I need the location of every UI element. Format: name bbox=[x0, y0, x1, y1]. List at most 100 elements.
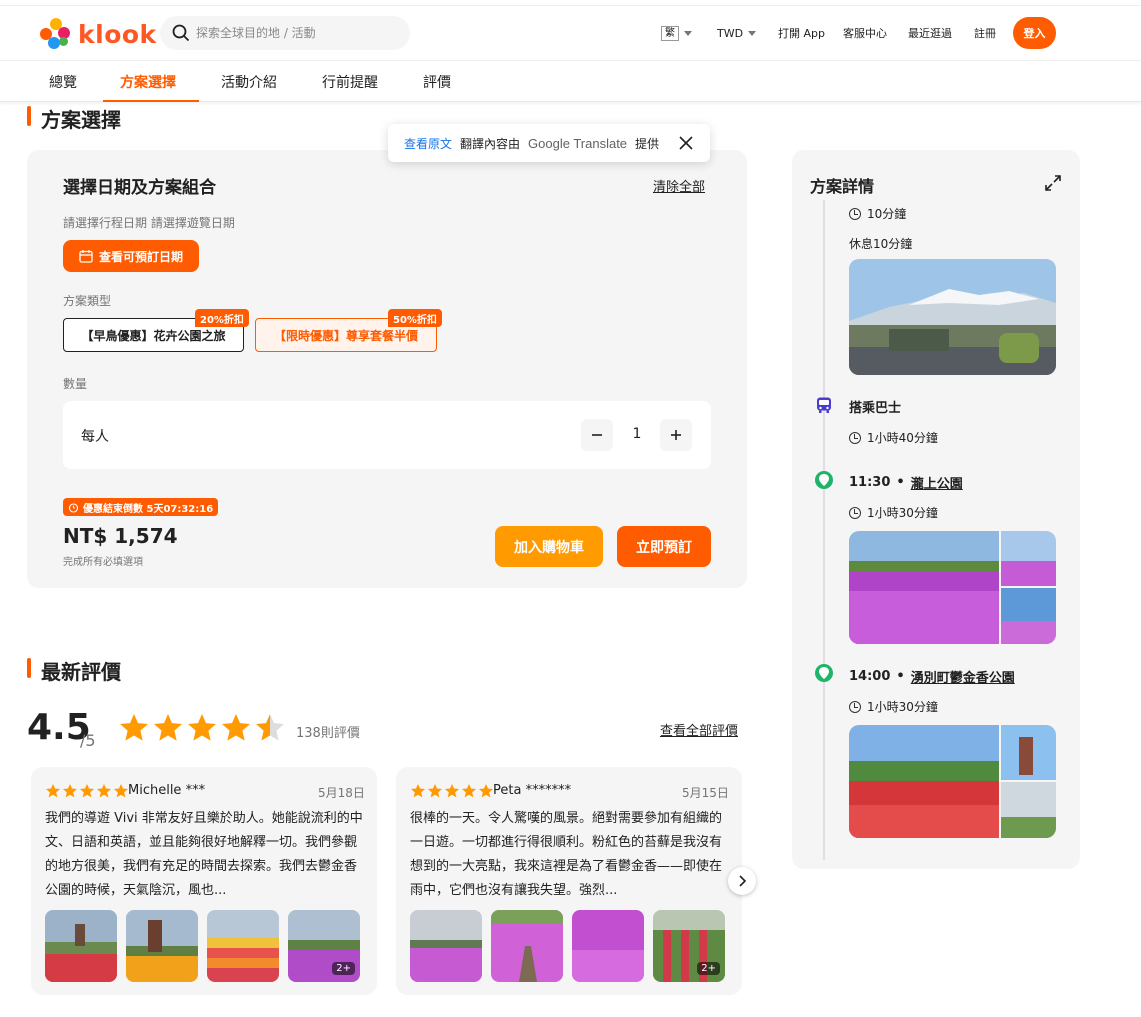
login-button[interactable]: 登入 bbox=[1013, 17, 1056, 49]
discount-badge: 20%折扣 bbox=[195, 309, 249, 327]
currency-label: TWD bbox=[717, 26, 744, 40]
timeline-duration: 1小時30分鐘 bbox=[849, 698, 938, 715]
section-accent-bar bbox=[27, 106, 31, 126]
review-photo[interactable]: 2+ bbox=[653, 910, 725, 982]
close-icon[interactable] bbox=[679, 136, 693, 150]
klook-logo-icon bbox=[40, 18, 72, 50]
tab-reminders[interactable]: 行前提醒 bbox=[322, 72, 378, 92]
view-dates-label: 查看可預訂日期 bbox=[98, 249, 183, 264]
increase-quantity-button[interactable] bbox=[660, 419, 692, 451]
package-type-label: 方案類型 bbox=[63, 294, 112, 308]
star-icon bbox=[479, 784, 493, 798]
alarm-clock-icon bbox=[68, 502, 79, 513]
language-label: 繁 bbox=[661, 25, 679, 41]
star-icon bbox=[411, 784, 425, 798]
expand-icon[interactable] bbox=[1045, 175, 1061, 191]
review-photo[interactable] bbox=[126, 910, 198, 982]
review-photo[interactable] bbox=[410, 910, 482, 982]
plus-icon bbox=[671, 430, 681, 440]
reviewer-name: Peta ******* bbox=[493, 783, 572, 798]
review-photo[interactable]: 2+ bbox=[288, 910, 360, 982]
clock-icon bbox=[849, 431, 861, 444]
chevron-down-icon bbox=[748, 30, 757, 36]
view-dates-button[interactable]: 查看可預訂日期 bbox=[63, 240, 199, 272]
language-selector[interactable]: 繁 bbox=[661, 17, 692, 49]
more-photos-badge: 2+ bbox=[332, 962, 355, 975]
chevron-right-icon bbox=[739, 875, 747, 887]
logo-text: klook bbox=[78, 19, 157, 49]
clear-all-link[interactable]: 清除全部 bbox=[653, 176, 705, 195]
details-title: 方案詳情 bbox=[810, 177, 875, 196]
decrease-quantity-button[interactable] bbox=[581, 419, 613, 451]
currency-selector[interactable]: TWD bbox=[717, 17, 757, 49]
view-all-reviews-link[interactable]: 查看全部評價 bbox=[660, 720, 738, 739]
bus-icon bbox=[817, 397, 831, 413]
review-photo[interactable] bbox=[207, 910, 279, 982]
star-icon bbox=[188, 714, 216, 741]
review-count: 138則評價 bbox=[296, 726, 360, 741]
timeline-stop-takinoue[interactable]: 11:30 • 瀧上公園 bbox=[849, 473, 963, 492]
star-icon bbox=[120, 714, 148, 741]
search-bar[interactable] bbox=[160, 16, 410, 50]
timeline-duration: 10分鐘 bbox=[849, 205, 906, 222]
review-photo[interactable] bbox=[491, 910, 563, 982]
recently-viewed-link[interactable]: 最近逛過 bbox=[908, 17, 952, 49]
search-input[interactable] bbox=[196, 26, 396, 40]
review-stars bbox=[45, 783, 129, 799]
star-icon bbox=[46, 784, 60, 798]
active-tab-indicator bbox=[103, 100, 199, 102]
next-reviews-button[interactable] bbox=[728, 867, 756, 895]
price-note: 完成所有必填選項 bbox=[63, 557, 143, 568]
star-icon bbox=[154, 714, 182, 741]
tab-overview[interactable]: 總覽 bbox=[49, 72, 77, 92]
star-icon bbox=[445, 784, 459, 798]
quantity-value: 1 bbox=[632, 426, 642, 442]
review-photo[interactable] bbox=[45, 910, 117, 982]
tab-options[interactable]: 方案選擇 bbox=[120, 72, 176, 92]
reviewer-name: Michelle *** bbox=[128, 783, 206, 798]
promo-countdown-badge: 優惠結束倒數 5天07:32:16 bbox=[63, 498, 219, 516]
search-icon bbox=[172, 24, 190, 42]
chevron-down-icon bbox=[684, 30, 692, 36]
translation-banner: 查看原文 翻譯內容由 Google Translate 提供 bbox=[388, 124, 710, 162]
star-icon bbox=[80, 784, 94, 798]
timeline-duration: 1小時40分鐘 bbox=[849, 429, 938, 446]
rating-stars bbox=[118, 712, 286, 744]
reviews-section-title: 最新評價 bbox=[41, 660, 121, 684]
clock-icon bbox=[849, 700, 861, 713]
translation-text: 翻譯內容由 bbox=[460, 136, 521, 151]
signup-link[interactable]: 註冊 bbox=[974, 17, 996, 49]
timeline-stop-yubetsu[interactable]: 14:00 • 湧別町鬱金香公園 bbox=[849, 667, 1015, 686]
star-icon bbox=[97, 784, 111, 798]
calendar-icon bbox=[79, 250, 93, 263]
view-original-link[interactable]: 查看原文 bbox=[404, 135, 452, 152]
review-body: 我們的導遊 Vivi 非常友好且樂於助人。她能說流利的中文、日語和英語，並且能夠… bbox=[45, 811, 363, 898]
moss-phlox-gallery[interactable] bbox=[849, 531, 1056, 644]
location-pin-icon bbox=[815, 664, 833, 682]
tab-reviews[interactable]: 評價 bbox=[423, 72, 451, 92]
tab-intro[interactable]: 活動介紹 bbox=[221, 72, 277, 92]
book-now-button[interactable]: 立即預訂 bbox=[617, 526, 711, 567]
review-photo[interactable] bbox=[572, 910, 644, 982]
open-app-link[interactable]: 打開 App bbox=[778, 17, 825, 49]
add-to-cart-button[interactable]: 加入購物車 bbox=[495, 526, 603, 567]
discount-badge: 50%折扣 bbox=[388, 309, 442, 327]
star-icon bbox=[114, 784, 128, 798]
section-accent-bar bbox=[27, 658, 31, 678]
logo[interactable]: klook bbox=[40, 18, 157, 50]
star-icon bbox=[63, 784, 77, 798]
card-title: 選擇日期及方案組合 bbox=[63, 178, 216, 198]
more-photos-badge: 2+ bbox=[697, 962, 720, 975]
clock-icon bbox=[849, 207, 861, 220]
tulip-park-gallery[interactable] bbox=[849, 725, 1056, 838]
quantity-label: 數量 bbox=[63, 377, 88, 391]
clock-icon bbox=[849, 506, 861, 519]
location-pin-icon bbox=[815, 471, 833, 489]
help-center-link[interactable]: 客服中心 bbox=[843, 17, 887, 49]
star-icon bbox=[222, 714, 250, 741]
mountain-view-photo[interactable] bbox=[849, 259, 1056, 375]
timeline-duration: 1小時30分鐘 bbox=[849, 504, 938, 521]
timeline-line bbox=[823, 200, 825, 860]
review-date: 5月18日 bbox=[318, 786, 365, 800]
minus-icon bbox=[592, 434, 602, 436]
